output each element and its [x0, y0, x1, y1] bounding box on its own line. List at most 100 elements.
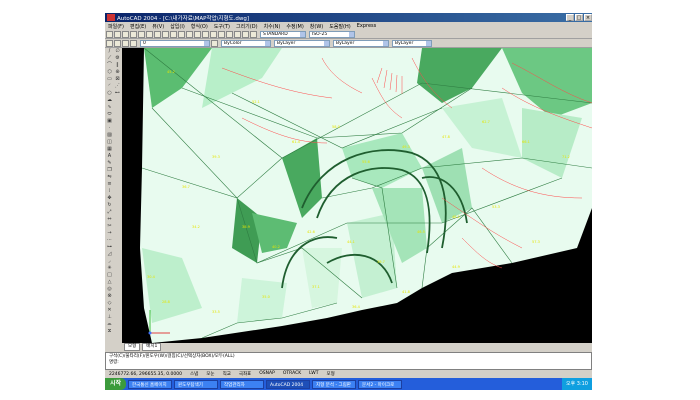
plot-style-select[interactable]: ByLayer — [392, 39, 432, 47]
offset-icon[interactable]: ≡ — [106, 181, 113, 188]
status-toggle[interactable]: 모눈 — [202, 371, 218, 377]
osnap-intersection-icon[interactable]: ✕ — [106, 307, 113, 314]
join-icon[interactable]: ⊶ — [106, 244, 113, 251]
osnap-insert-icon[interactable]: ⊕ — [114, 69, 121, 76]
text-style-select[interactable]: STANDARD — [260, 30, 306, 38]
task-button[interactable]: 작업관리자 — [220, 379, 265, 389]
status-toggle[interactable]: 직교 — [219, 371, 235, 377]
menu-item[interactable]: 치수(N) — [261, 23, 284, 30]
zoom-window-icon[interactable] — [210, 30, 217, 38]
dim-style-select[interactable]: ISO-25 — [309, 30, 355, 38]
drawing-area[interactable]: 45.2 52.1 61.4 58.0 55.6 49.3 47.8 62.7 66.1 7… — [122, 48, 592, 343]
osnap-center-icon[interactable]: ◎ — [106, 286, 113, 293]
zoom-previous-icon[interactable] — [218, 30, 225, 38]
menu-item[interactable]: 수정(M) — [283, 23, 306, 30]
move-icon[interactable]: ✥ — [106, 195, 113, 202]
menu-item[interactable]: 도움말(H) — [326, 23, 353, 30]
osnap-quadrant-icon[interactable]: ◇ — [106, 300, 113, 307]
task-button[interactable]: 문서2 - 마이크로 — [358, 379, 403, 389]
tool-palette-icon[interactable] — [242, 30, 249, 38]
xline-icon[interactable]: ⟋ — [106, 55, 113, 62]
arc-icon[interactable]: ◜ — [106, 83, 113, 90]
line-icon[interactable]: / — [106, 48, 113, 55]
menu-item[interactable]: 도구(T) — [211, 23, 233, 30]
mtext-icon[interactable]: A — [106, 153, 113, 160]
match-properties-icon[interactable] — [170, 30, 177, 38]
osnap-endpoint-icon[interactable]: □ — [106, 272, 113, 279]
stretch-icon[interactable]: ⇔ — [106, 216, 113, 223]
undo-icon[interactable] — [178, 30, 185, 38]
explode-icon[interactable]: ✳ — [106, 265, 113, 272]
scale-icon[interactable]: ⤢ — [106, 209, 113, 216]
color-select[interactable]: ByColor — [221, 39, 271, 47]
array-icon[interactable]: ⁞ — [106, 188, 113, 195]
menu-item[interactable]: Express — [354, 23, 380, 29]
menu-item[interactable]: 창(W) — [307, 23, 326, 30]
sun-icon[interactable] — [122, 39, 129, 47]
osnap-tangent-icon[interactable]: ⌓ — [106, 321, 113, 328]
osnap-temp-track-icon[interactable]: ⊷ — [114, 90, 121, 97]
status-toggle[interactable]: OSNAP — [255, 371, 279, 377]
rectangle-icon[interactable]: ▭ — [106, 76, 113, 83]
command-prompt[interactable]: 명령: — [109, 360, 588, 366]
break-icon[interactable]: ⋯ — [106, 237, 113, 244]
menu-item[interactable]: 삽입(I) — [167, 23, 188, 30]
status-toggle[interactable]: 극좌표 — [235, 371, 255, 377]
paste-icon[interactable] — [162, 30, 169, 38]
task-button[interactable]: AutoCAD 2004 — [266, 379, 311, 389]
osnap-perpendicular-icon[interactable]: ⊥ — [106, 314, 113, 321]
task-button[interactable]: 윈도우탐색기 — [174, 379, 219, 389]
print-icon[interactable] — [130, 30, 137, 38]
menu-item[interactable]: 뷰(V) — [149, 23, 167, 30]
menu-item[interactable]: 형식(O) — [188, 23, 211, 30]
minimize-icon[interactable]: _ — [566, 14, 574, 21]
design-center-icon[interactable] — [234, 30, 241, 38]
menu-item[interactable]: 파일(F) — [105, 23, 127, 30]
extend-icon[interactable]: → — [106, 230, 113, 237]
status-toggle[interactable]: OTRACK — [279, 371, 305, 377]
bulb-icon[interactable] — [114, 39, 121, 47]
pan-icon[interactable] — [194, 30, 201, 38]
status-toggle[interactable]: 스냅 — [186, 371, 202, 377]
ellipse-icon[interactable]: ⬭ — [106, 111, 113, 118]
tab-0[interactable]: 모형 — [124, 343, 141, 351]
hatch-icon[interactable]: ▨ — [106, 132, 113, 139]
new-file-icon[interactable] — [106, 30, 113, 38]
make-current-icon[interactable] — [211, 39, 218, 47]
osnap-extension-icon[interactable]: ⋰ — [114, 83, 121, 90]
save-icon[interactable] — [122, 30, 129, 38]
layer-manager-icon[interactable] — [106, 39, 113, 47]
point-icon[interactable]: · — [106, 125, 113, 132]
osnap-apparent-icon[interactable]: ⊠ — [114, 76, 121, 83]
fillet-icon[interactable]: ◞ — [106, 258, 113, 265]
open-file-icon[interactable] — [114, 30, 121, 38]
menu-item[interactable]: 그리기(D) — [233, 23, 261, 30]
erase-icon[interactable]: ✎ — [106, 160, 113, 167]
zoom-icon[interactable] — [202, 30, 209, 38]
lock-icon[interactable] — [130, 39, 137, 47]
osnap-node-icon[interactable]: ⊗ — [106, 293, 113, 300]
linetype-select[interactable]: ByLayer — [274, 39, 330, 47]
task-button[interactable]: 한국통신 홈페이지 — [128, 379, 173, 389]
osnap-settings-icon[interactable]: ⚙ — [114, 55, 121, 62]
tab-1[interactable]: 배치1 — [142, 343, 162, 351]
properties-icon[interactable] — [226, 30, 233, 38]
spline-icon[interactable]: ∿ — [106, 104, 113, 111]
status-toggle[interactable]: 모형 — [322, 371, 338, 377]
menu-item[interactable]: 편집(E) — [127, 23, 149, 30]
region-icon[interactable]: ◫ — [106, 139, 113, 146]
copy-object-icon[interactable]: ❐ — [106, 167, 113, 174]
redo-icon[interactable] — [186, 30, 193, 38]
osnap-nearest-icon[interactable]: ⧖ — [106, 328, 113, 335]
osnap-midpoint-icon[interactable]: △ — [106, 279, 113, 286]
block-icon[interactable]: ▣ — [106, 118, 113, 125]
circle-icon[interactable]: ○ — [106, 90, 113, 97]
cut-icon[interactable] — [146, 30, 153, 38]
chamfer-icon[interactable]: ◿ — [106, 251, 113, 258]
task-button[interactable]: 지형 분석 - 그림판 — [312, 379, 357, 389]
osnap-none-icon[interactable]: ∅ — [114, 48, 121, 55]
mirror-icon[interactable]: ⇋ — [106, 174, 113, 181]
trim-icon[interactable]: ✂ — [106, 223, 113, 230]
preview-icon[interactable] — [138, 30, 145, 38]
start-button[interactable]: 시작 — [105, 378, 127, 390]
